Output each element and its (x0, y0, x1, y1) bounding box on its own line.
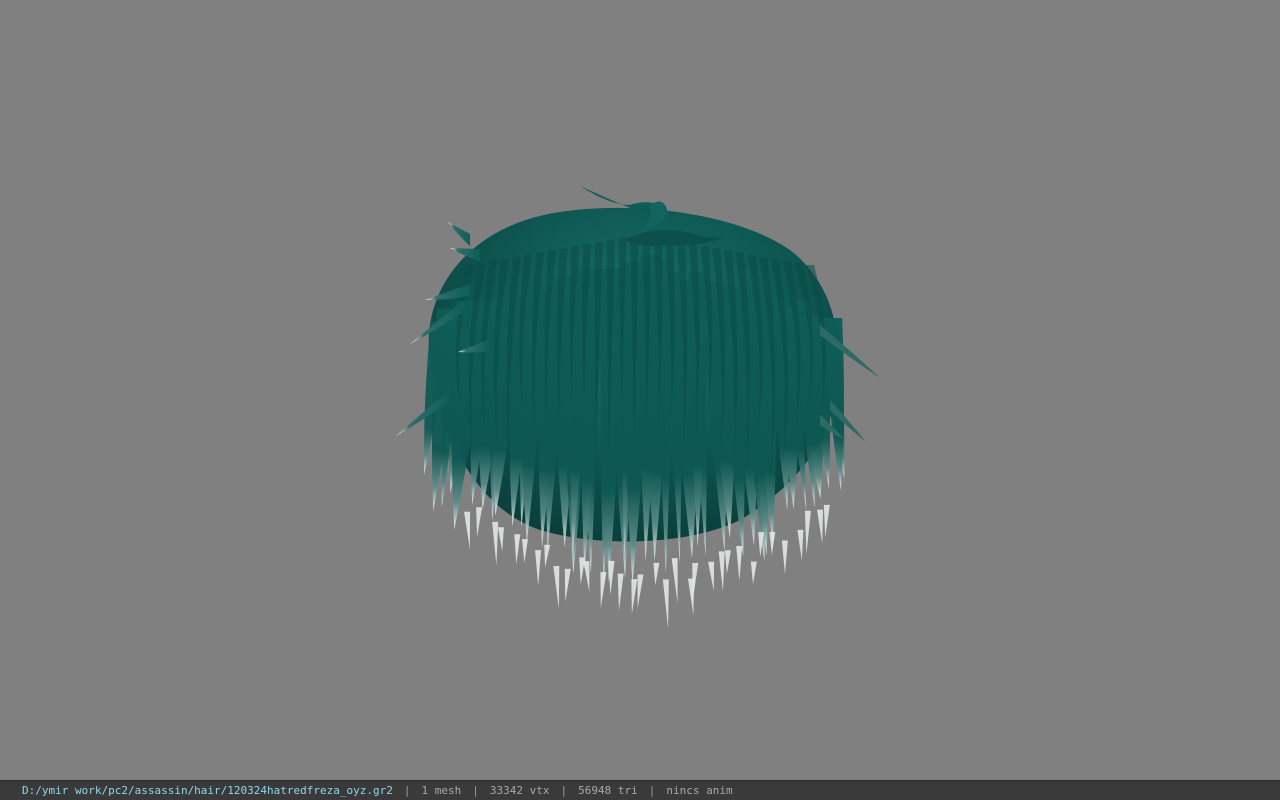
hair-tip (718, 551, 725, 592)
file-path-label: D:/ymir work/pc2/assassin/hair/120324hat… (22, 784, 393, 797)
hair-tip (662, 579, 669, 629)
separator: | (403, 784, 411, 797)
animation-status-label: nincs anim (666, 784, 733, 797)
hair-tip (535, 550, 542, 586)
separator: | (648, 784, 656, 797)
hair-tip (750, 561, 757, 585)
hair-tip (600, 572, 607, 609)
hair-tip (724, 550, 731, 574)
mesh-count-label: 1 mesh (421, 784, 462, 797)
hair-tip (769, 531, 776, 555)
hair-tip (671, 558, 678, 604)
hair-tip (564, 568, 571, 603)
hair-tip (583, 561, 590, 592)
status-bar: D:/ymir work/pc2/assassin/hair/120324hat… (0, 780, 1280, 800)
hair-mesh-model (396, 186, 880, 629)
separator: | (560, 784, 568, 797)
hair-tip (781, 540, 788, 575)
vertex-count-label: 33342 vtx (489, 784, 550, 797)
hair-tip (708, 561, 715, 591)
hair-tip (544, 544, 551, 568)
separator: | (472, 784, 479, 797)
hair-tip (476, 507, 483, 537)
hair-tip (736, 546, 743, 581)
hair-tip (514, 534, 521, 565)
hair-tip (797, 529, 804, 561)
hair-tip (617, 573, 624, 611)
hair-tip (553, 565, 560, 609)
hair-tip (817, 509, 824, 544)
hair-tip (692, 562, 699, 602)
hair-tip (804, 510, 811, 555)
hair-tip (464, 511, 471, 550)
model-viewport[interactable] (0, 0, 1280, 780)
hair-tip (653, 562, 660, 586)
hair-tip (637, 574, 644, 609)
hair-tip (521, 539, 528, 563)
triangle-count-label: 56948 tri (578, 784, 638, 797)
hair-spike (448, 222, 470, 246)
hair-tip (823, 504, 830, 538)
hair-tip (492, 521, 499, 566)
hair-tip (631, 579, 638, 614)
hair-tip (497, 527, 504, 552)
hair-tip (608, 560, 615, 596)
